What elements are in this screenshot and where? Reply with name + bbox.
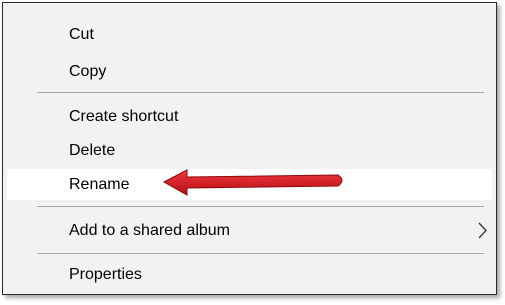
arrow-shape xyxy=(162,169,343,196)
red-arrow-annotation xyxy=(162,169,343,196)
